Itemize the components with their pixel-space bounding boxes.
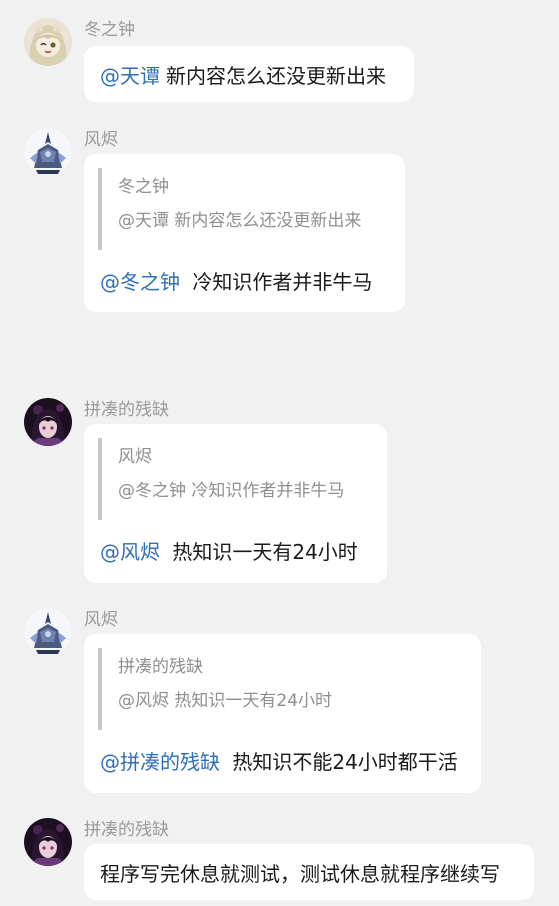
message-text: 新内容怎么还没更新出来	[166, 63, 386, 88]
quoted-text: @风烬 热知识一天有24小时	[118, 691, 333, 711]
message-text: 冷知识作者并非牛马	[192, 270, 373, 294]
message-text: 程序写完休息就测试，测试休息就程序继续写	[100, 861, 500, 886]
sender-name: 风烬	[84, 610, 118, 630]
armored-figure-avatar-icon	[24, 128, 72, 176]
message-text: 热知识一天有24小时	[172, 540, 358, 564]
quoted-text: @冬之钟 冷知识作者并非牛马	[118, 481, 345, 501]
mention-link[interactable]: @冬之钟	[100, 270, 180, 294]
avatar[interactable]	[24, 608, 72, 656]
sender-name: 风烬	[84, 130, 118, 150]
dark-hair-girl-avatar-icon	[24, 398, 72, 446]
quoted-message[interactable]: 风烬 @冬之钟 冷知识作者并非牛马	[98, 438, 370, 520]
mention-link[interactable]: @天谭	[100, 60, 160, 89]
dark-hair-girl-avatar-icon	[24, 818, 72, 866]
message-bubble[interactable]: 程序写完休息就测试，测试休息就程序继续写	[84, 844, 534, 900]
avatar[interactable]	[24, 128, 72, 176]
quoted-author: 风烬	[118, 447, 152, 467]
quoted-message[interactable]: 拼凑的残缺 @风烬 热知识一天有24小时	[98, 648, 464, 730]
quoted-author: 冬之钟	[118, 177, 169, 197]
armored-figure-avatar-icon	[24, 608, 72, 656]
quoted-text: @天谭 新内容怎么还没更新出来	[118, 211, 362, 231]
message-text: 热知识不能24小时都干活	[232, 750, 458, 774]
reply-line: @冬之钟 冷知识作者并非牛马	[100, 269, 372, 295]
sender-name: 拼凑的残缺	[84, 400, 169, 420]
mention-link[interactable]: @拼凑的残缺	[100, 750, 220, 774]
reply-line: @风烬 热知识一天有24小时	[100, 539, 358, 565]
avatar[interactable]	[24, 18, 72, 66]
anime-girl-avatar-icon	[24, 18, 72, 66]
message-bubble[interactable]: @天谭 新内容怎么还没更新出来	[84, 46, 414, 102]
avatar[interactable]	[24, 818, 72, 866]
avatar[interactable]	[24, 398, 72, 446]
reply-line: @拼凑的残缺 热知识不能24小时都干活	[100, 749, 458, 775]
sender-name: 冬之钟	[84, 20, 135, 40]
quoted-message[interactable]: 冬之钟 @天谭 新内容怎么还没更新出来	[98, 168, 388, 250]
message-bubble[interactable]: 拼凑的残缺 @风烬 热知识一天有24小时 @拼凑的残缺 热知识不能24小时都干活	[84, 634, 481, 793]
mention-link[interactable]: @风烬	[100, 540, 160, 564]
message-bubble[interactable]: 冬之钟 @天谭 新内容怎么还没更新出来 @冬之钟 冷知识作者并非牛马	[84, 154, 405, 312]
quoted-author: 拼凑的残缺	[118, 657, 203, 677]
sender-name: 拼凑的残缺	[84, 820, 169, 840]
message-bubble[interactable]: 风烬 @冬之钟 冷知识作者并非牛马 @风烬 热知识一天有24小时	[84, 424, 387, 583]
